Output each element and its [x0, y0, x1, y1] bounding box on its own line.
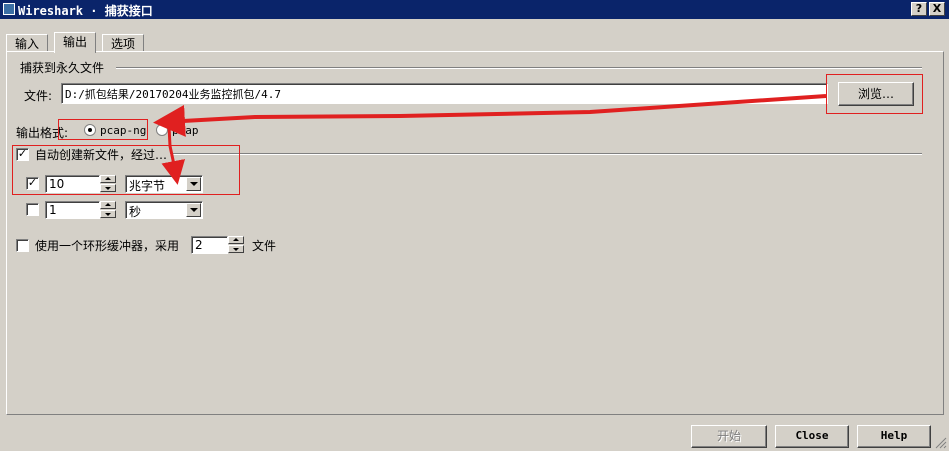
annotation-arrow-format-to-size — [161, 125, 186, 185]
tab-output[interactable]: 输出 — [54, 32, 97, 53]
annotation-arrows — [153, 94, 827, 185]
annotation-arrow-browse-to-format — [153, 94, 827, 137]
